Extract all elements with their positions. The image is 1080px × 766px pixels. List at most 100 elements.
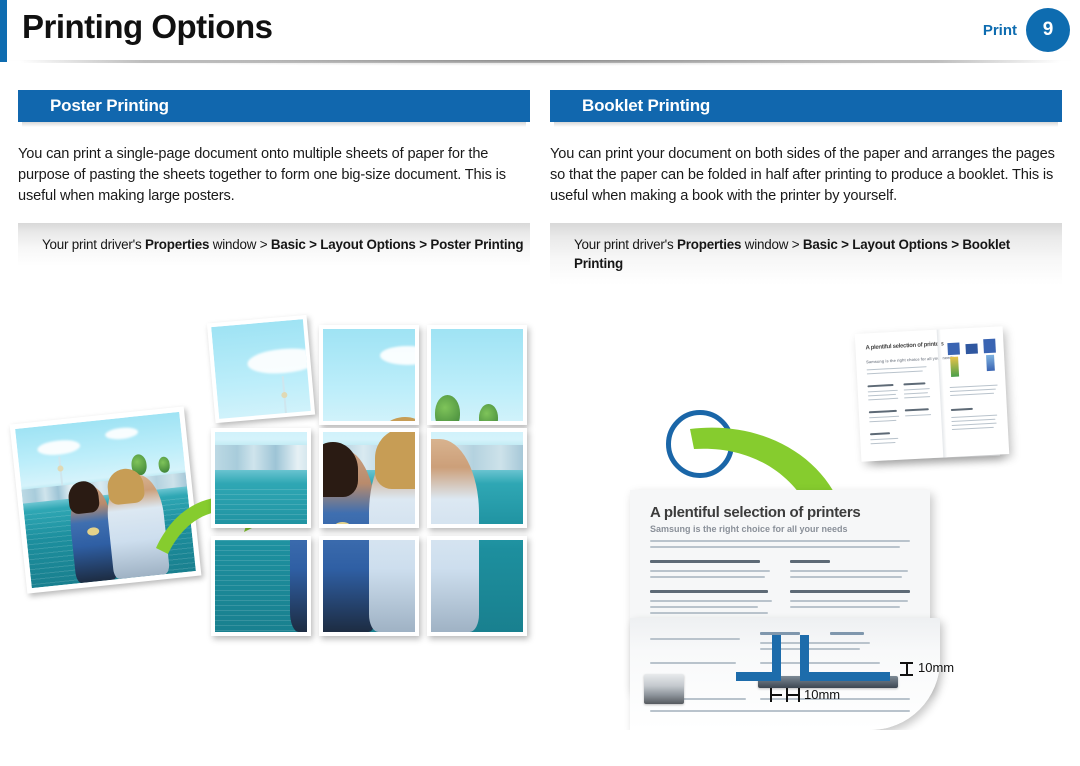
doc-line xyxy=(949,384,998,389)
doc-line xyxy=(790,590,910,593)
cloud-shape xyxy=(246,345,311,377)
tower-shape xyxy=(281,376,289,419)
person-shape xyxy=(369,540,415,632)
doc-line xyxy=(650,546,900,548)
doc-line xyxy=(650,600,772,602)
chart-bar xyxy=(947,342,960,356)
photo-scene xyxy=(323,432,415,524)
measure-tick xyxy=(900,674,913,676)
header-section-label: Print xyxy=(982,21,1017,39)
doc-line xyxy=(868,409,897,414)
poster-tile xyxy=(427,536,527,636)
tower-shape xyxy=(57,456,64,489)
doc-line xyxy=(866,370,923,375)
doc-line xyxy=(790,560,830,563)
doc-line xyxy=(790,606,900,608)
cloud-shape xyxy=(36,438,81,458)
section-header-poster: Poster Printing xyxy=(18,90,530,127)
doc-line xyxy=(830,632,864,635)
doc-line xyxy=(790,600,908,602)
skyline-shape xyxy=(215,444,307,470)
doc-line xyxy=(650,612,768,614)
poster-tile-image xyxy=(215,540,307,632)
doc-line xyxy=(790,576,902,578)
header-accent-bar xyxy=(0,0,7,62)
section-heading-label: Poster Printing xyxy=(50,96,169,115)
doc-line xyxy=(950,392,995,397)
chart-bar xyxy=(950,356,960,377)
doc-line xyxy=(951,422,997,427)
poster-tile-image xyxy=(323,432,415,524)
doc-line xyxy=(950,407,973,412)
path-bold-route: Basic > Layout Options > Poster Printing xyxy=(270,237,524,252)
booklet-page-heading: A plentiful selection of printers xyxy=(865,341,944,352)
doc-line xyxy=(949,388,996,393)
document-heading: A plentiful selection of printers xyxy=(650,504,861,521)
doc-line xyxy=(650,606,758,608)
doc-line xyxy=(904,408,929,412)
photo-scene xyxy=(431,432,523,524)
poster-tile xyxy=(319,536,419,636)
section-header-shadow xyxy=(22,122,526,127)
doc-line xyxy=(650,576,765,578)
measure-tick xyxy=(770,694,782,696)
poster-tile-image xyxy=(431,540,523,632)
doc-line xyxy=(650,710,910,712)
photo-scene xyxy=(431,329,523,421)
measure-label-fold: 10mm xyxy=(804,687,841,702)
section-header-booklet: Booklet Printing xyxy=(550,90,1062,127)
path-prefix: Your print driver's xyxy=(42,237,146,252)
path-bold-properties: Properties xyxy=(145,237,210,252)
doc-line xyxy=(650,570,770,572)
photo-scene xyxy=(323,329,415,421)
poster-tile xyxy=(427,325,527,425)
poster-tile-image xyxy=(215,432,307,524)
printer-illustration xyxy=(644,674,684,704)
page-header: Printing Options Print 9 xyxy=(0,0,1080,70)
doc-line xyxy=(867,389,898,393)
poster-tile-image xyxy=(431,329,523,421)
measure-tick xyxy=(798,688,800,702)
doc-line xyxy=(904,396,931,399)
navigation-path-poster: Your print driver's Properties window > … xyxy=(18,223,530,266)
necklace-shape xyxy=(86,526,100,536)
path-prefix: Your print driver's xyxy=(574,237,678,252)
chart-bar xyxy=(986,354,995,372)
section-header-shadow xyxy=(554,122,1058,127)
path-bold-properties: Properties xyxy=(677,237,742,252)
page-title: Printing Options xyxy=(22,8,273,45)
path-mid: window > xyxy=(209,237,271,252)
person-shape xyxy=(431,540,479,632)
doc-line xyxy=(903,388,930,391)
doc-line xyxy=(650,638,740,640)
header-right-group: Print 9 xyxy=(983,8,1070,52)
chart-bar xyxy=(965,343,978,355)
photo-scene xyxy=(323,540,415,632)
navigation-path-booklet: Your print driver's Properties window > … xyxy=(550,223,1062,285)
poster-tile-image xyxy=(323,329,415,421)
cloud-shape xyxy=(380,345,415,365)
person-hair-shape xyxy=(374,417,415,421)
document-subheading: Samsung is the right choice for all your… xyxy=(650,524,848,534)
tree-shape xyxy=(478,403,499,421)
path-mid: window > xyxy=(741,237,803,252)
booklet-gutter xyxy=(936,329,948,458)
doc-line xyxy=(951,426,994,431)
doc-line xyxy=(903,382,926,386)
title-shadow xyxy=(8,60,1072,70)
tree-shape xyxy=(434,395,460,421)
person-hair-shape xyxy=(374,432,415,490)
page-number-badge: 9 xyxy=(1026,8,1070,52)
skyline-shape xyxy=(220,407,311,419)
poster-tile xyxy=(206,314,316,424)
section-body-booklet: You can print your document on both side… xyxy=(550,146,1055,204)
poster-tile xyxy=(211,536,311,636)
photo-scene xyxy=(215,540,307,632)
photo-scene xyxy=(431,540,523,632)
booklet-printing-illustration: A plentiful selection of printers Samsun… xyxy=(600,300,1080,730)
doc-line xyxy=(951,414,998,419)
section-booklet-printing: Booklet Printing You can print your docu… xyxy=(550,90,1062,285)
doc-line xyxy=(867,384,894,388)
water-shape xyxy=(215,489,307,524)
poster-tile xyxy=(319,325,419,425)
